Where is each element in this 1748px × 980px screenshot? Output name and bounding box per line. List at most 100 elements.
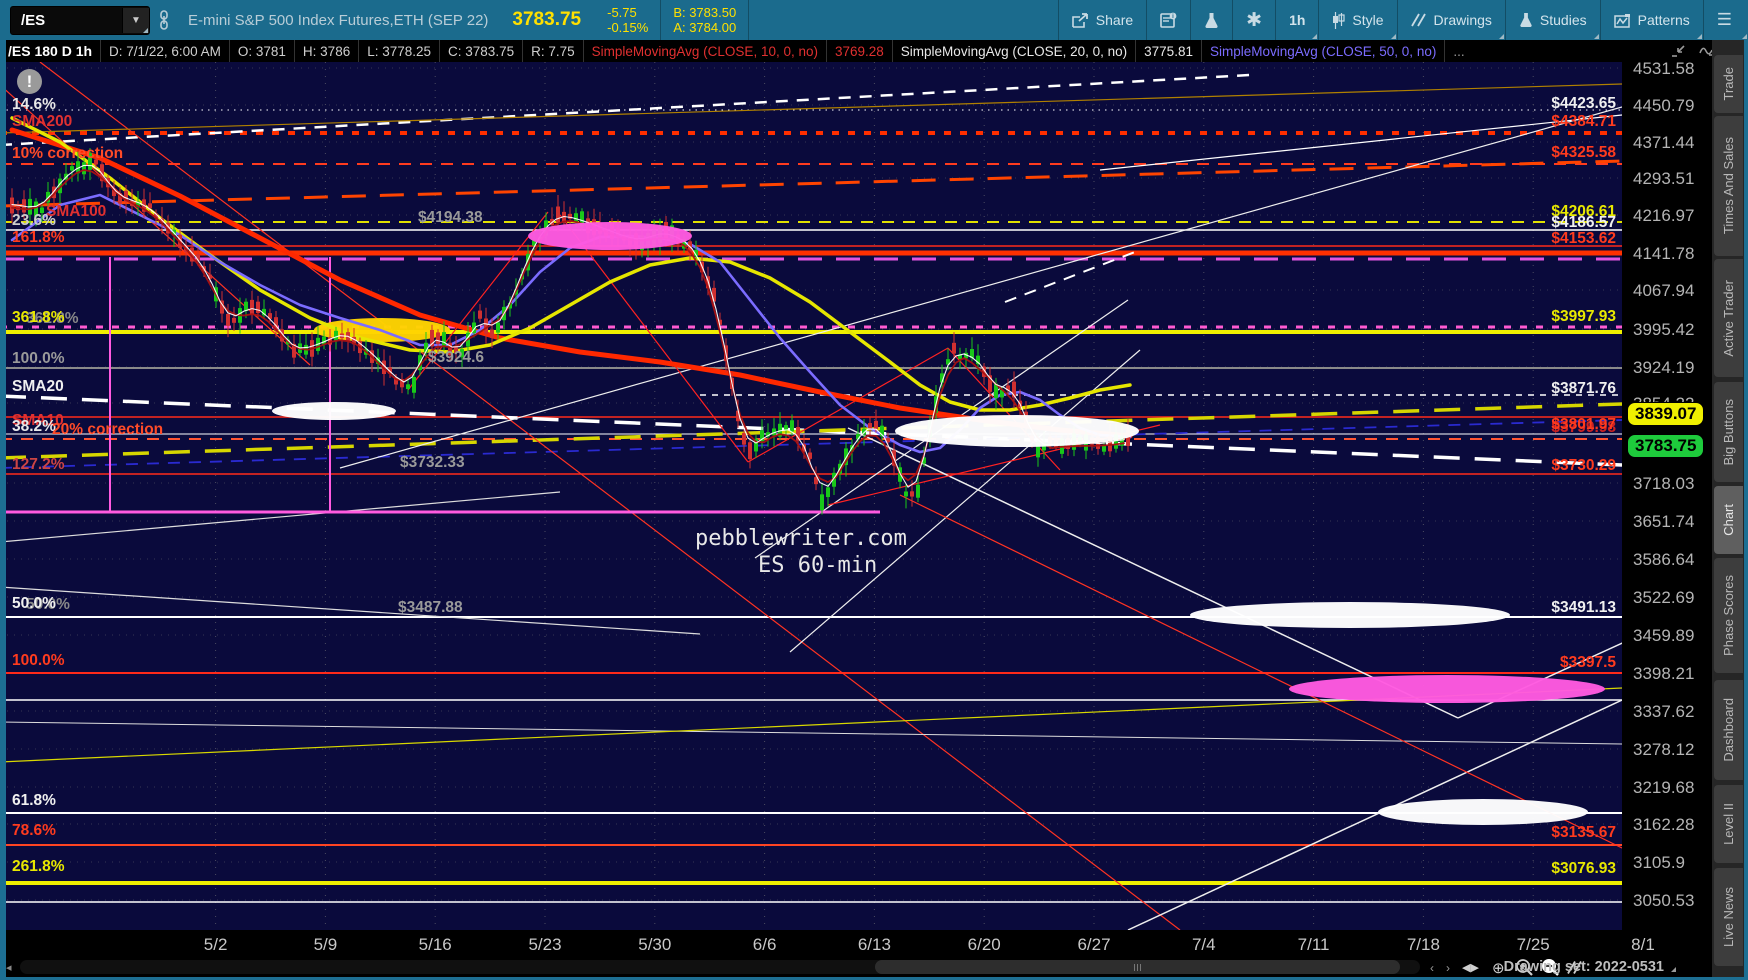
share-button[interactable]: Share bbox=[1059, 0, 1146, 40]
price-level-label: $4384.71 bbox=[1551, 113, 1616, 130]
fib-level-label: 20% correction bbox=[52, 421, 163, 438]
analysis-flask-icon[interactable] bbox=[1191, 0, 1232, 40]
sidebar-tab-trade[interactable]: Trade bbox=[1714, 55, 1743, 113]
study-legend[interactable]: SimpleMovingAvg (CLOSE, 10, 0, no) bbox=[584, 40, 827, 62]
drawing-set-corner-icon bbox=[1671, 967, 1676, 972]
ohlc-field: H: 3786 bbox=[295, 40, 360, 62]
symbol-text: /ES bbox=[21, 11, 46, 29]
price-tick-label: 3651.74 bbox=[1633, 512, 1695, 531]
menu-hamburger-icon[interactable]: ☰ bbox=[1704, 0, 1748, 40]
date-tick-label: 5/2 bbox=[203, 935, 228, 954]
scroll-left-edge-icon[interactable]: ◂ bbox=[6, 961, 12, 974]
price-level-label: $3491.13 bbox=[1551, 599, 1616, 616]
sidebar-tab-level-ii[interactable]: Level II bbox=[1714, 785, 1743, 863]
drawing-set-selector[interactable]: Drawing set: 2022-0531 bbox=[1504, 959, 1664, 975]
study-legend[interactable]: SimpleMovingAvg (CLOSE, 50, 0, no) bbox=[1202, 40, 1446, 62]
style-button[interactable]: Style bbox=[1319, 0, 1396, 40]
fib-level-label: 127.2% bbox=[12, 456, 65, 473]
fit-width-icon[interactable]: ◀▶ bbox=[1462, 958, 1479, 977]
change-value: -5.75 bbox=[607, 5, 637, 20]
price-tick-label: 3337.62 bbox=[1633, 702, 1695, 721]
price-tick-label: 4371.44 bbox=[1633, 133, 1695, 152]
date-tick-label: 6/27 bbox=[1077, 935, 1111, 954]
scroll-step-right-icon[interactable]: › bbox=[1446, 958, 1450, 977]
symbol-input[interactable]: /ES ▼ bbox=[10, 5, 150, 35]
date-tick-label: 8/1 bbox=[1631, 935, 1655, 954]
sidebar-tab-dashboard[interactable]: Dashboard bbox=[1714, 680, 1743, 780]
sidebar-tab-active-trader[interactable]: Active Trader bbox=[1714, 259, 1743, 377]
gadget-sidebar: Trade Times And Sales Active Trader Big But… bbox=[1712, 40, 1744, 977]
alert-warning-icon[interactable]: ! bbox=[17, 69, 42, 94]
price-level-label: $4423.65 bbox=[1551, 95, 1616, 112]
price-bubble: 3839.07 bbox=[1627, 402, 1705, 426]
price-tick-label: 3219.68 bbox=[1633, 778, 1695, 797]
price-axis[interactable]: 4531.58 4450.79 4371.44 4293.51 4216.97 4141.… bbox=[1622, 59, 1712, 930]
price-chart-canvas[interactable]: pebblewriter.comES 60-min 14.6%SMA200 10% … bbox=[0, 62, 1622, 930]
date-tick-label: 5/9 bbox=[313, 935, 338, 954]
chart-header: /ES 180 D 1h D: 7/1/22, 6:00 AM O: 3781 H:… bbox=[0, 40, 1748, 62]
fib-level-label: SMA200 bbox=[12, 113, 72, 130]
economic-data-icon[interactable]: i bbox=[1147, 0, 1190, 40]
ohlc-field: C: 3783.75 bbox=[440, 40, 524, 62]
symbol-dropdown-button[interactable]: ▼ bbox=[122, 7, 149, 33]
date-tick-label: 5/30 bbox=[638, 935, 672, 954]
sidebar-tab-phase-scores[interactable]: Phase Scores bbox=[1714, 558, 1743, 673]
price-tick-label: 3398.21 bbox=[1633, 664, 1695, 683]
bid-ask-block: B: 3783.50 A: 3784.00 bbox=[661, 5, 748, 35]
settings-gear-icon[interactable]: ✱ bbox=[1233, 0, 1275, 40]
fib-level-label: 261.8% bbox=[12, 858, 65, 875]
fib-level-label: 100.0% bbox=[12, 350, 65, 367]
link-chart-icon[interactable] bbox=[150, 0, 178, 40]
date-tick-label: 7/18 bbox=[1406, 935, 1440, 954]
sidebar-tab-times-and-sales[interactable]: Times And Sales bbox=[1714, 116, 1743, 256]
study-value: 3775.81 bbox=[1136, 40, 1202, 62]
frame-left bbox=[0, 40, 6, 980]
fib-level-label: SMA100 bbox=[46, 203, 106, 220]
watermark-chart-name: ES 60-min bbox=[758, 553, 877, 578]
time-axis[interactable]: 5/2 5/9 5/16 5/23 5/30 6/6 6/13 6/20 6/27 7/4 7/11… bbox=[0, 930, 1655, 958]
bid-value: B: 3783.50 bbox=[673, 5, 737, 20]
drawings-button[interactable]: Drawings bbox=[1398, 0, 1505, 40]
price-level-label: $3397.5 bbox=[1560, 654, 1616, 671]
symbol-description: E-mini S&P 500 Index Futures,ETH (SEP 22… bbox=[188, 11, 489, 29]
date-tick-label: 6/6 bbox=[752, 935, 777, 954]
fib-level-label: 78.6% bbox=[12, 822, 56, 839]
price-level-label: $3801.97 bbox=[1551, 416, 1616, 433]
quote-area: E-mini S&P 500 Index Futures,ETH (SEP 22… bbox=[178, 0, 750, 40]
gray-price-label: $3924.6 bbox=[428, 349, 484, 366]
fib-level-label: 161.8% bbox=[12, 229, 65, 246]
studies-button[interactable]: Studies bbox=[1506, 0, 1600, 40]
date-tick-label: 6/13 bbox=[857, 935, 891, 954]
gray-price-label: $3732.33 bbox=[400, 454, 465, 471]
horizontal-scrollbar-handle[interactable] bbox=[875, 960, 1400, 974]
price-level-label: $3730.29 bbox=[1551, 457, 1616, 474]
price-tick-label: 3162.28 bbox=[1633, 815, 1695, 834]
collapse-arrow-icon[interactable] bbox=[1671, 45, 1685, 57]
fib-level-label: 61.8% bbox=[12, 792, 56, 809]
gray-price-label: $3487.88 bbox=[398, 599, 463, 616]
fib-level-label: SMA20 bbox=[12, 378, 64, 395]
ohlc-field: D: 7/1/22, 6:00 AM bbox=[101, 40, 230, 62]
date-tick-label: 5/23 bbox=[528, 935, 562, 954]
sidebar-tab-big-buttons[interactable]: Big Buttons bbox=[1714, 382, 1743, 482]
price-tick-label: 4531.58 bbox=[1633, 59, 1695, 78]
sidebar-tab-chart[interactable]: Chart bbox=[1714, 486, 1743, 554]
sidebar-tab-live-news[interactable]: Live News bbox=[1714, 868, 1743, 966]
price-level-label: $4325.58 bbox=[1551, 144, 1616, 161]
patterns-button[interactable]: Patterns bbox=[1601, 0, 1703, 40]
price-tick-label: 3995.42 bbox=[1633, 320, 1695, 339]
price-tick-label: 3105.9 bbox=[1633, 853, 1685, 872]
studies-more[interactable]: ... bbox=[1445, 40, 1472, 62]
gray-price-label: $4194.38 bbox=[418, 209, 483, 226]
price-level-label: $4153.62 bbox=[1551, 230, 1616, 247]
study-value: 3769.28 bbox=[827, 40, 893, 62]
study-legend[interactable]: SimpleMovingAvg (CLOSE, 20, 0, no) bbox=[893, 40, 1137, 62]
scroll-step-left-icon[interactable]: ‹ bbox=[1430, 958, 1434, 977]
ohlc-field: L: 3778.25 bbox=[359, 40, 441, 62]
ask-value: A: 3784.00 bbox=[673, 20, 737, 35]
fib-level-label: 38.2% bbox=[12, 418, 56, 435]
timeframe-button[interactable]: 1h bbox=[1276, 0, 1318, 40]
watermark-site: pebblewriter.com bbox=[695, 526, 907, 551]
fib-level-label: 10% correction bbox=[12, 145, 123, 162]
chart-title: /ES 180 D 1h bbox=[0, 40, 102, 62]
